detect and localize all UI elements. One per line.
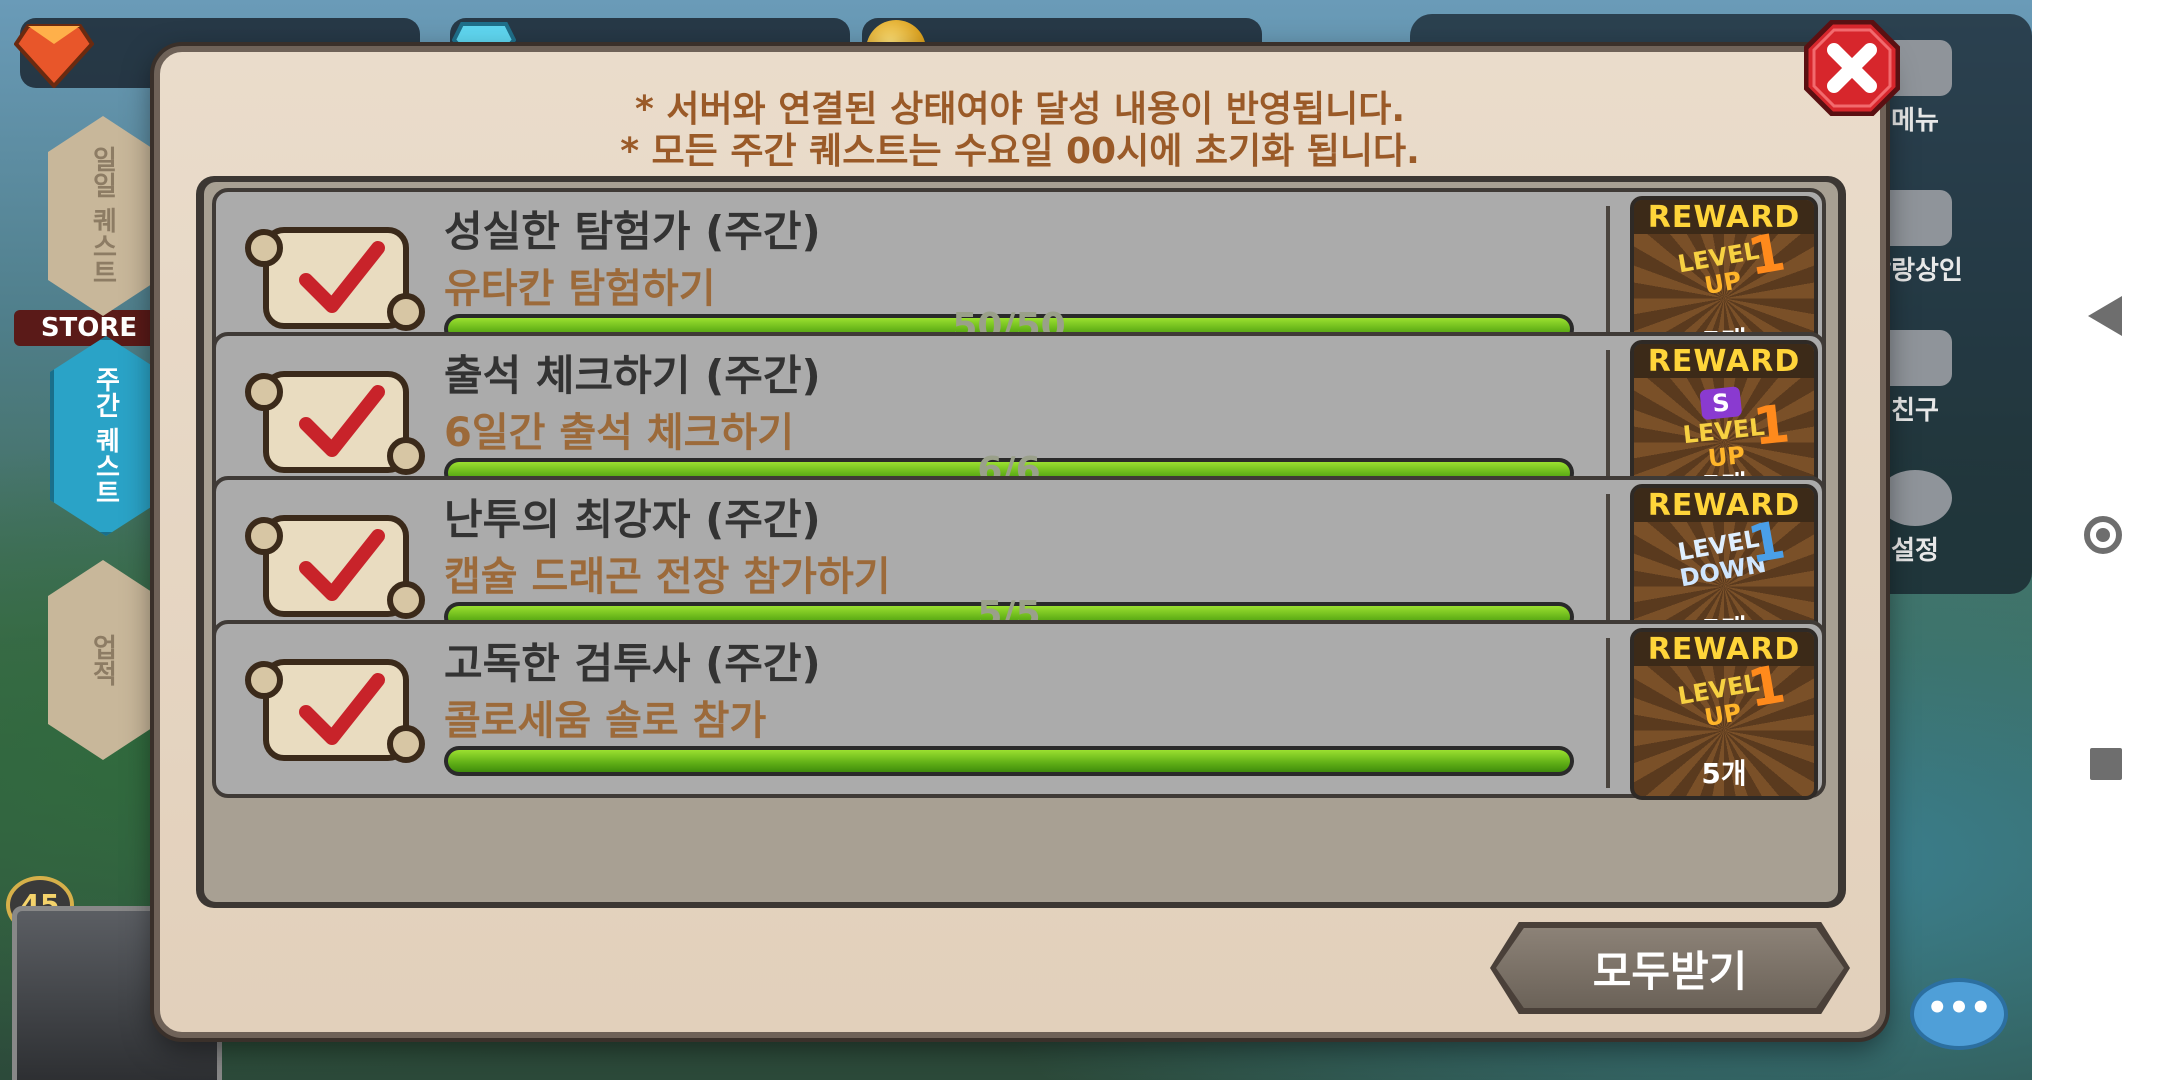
system-navigation-bar xyxy=(2032,0,2160,1080)
progress-fill xyxy=(448,750,1570,772)
chat-bubble-icon[interactable]: ••• xyxy=(1910,978,2008,1050)
quest-progress-bar xyxy=(444,746,1574,776)
reward-box[interactable]: REWARD LEVEL UP 1 5개 xyxy=(1630,628,1818,800)
home-icon[interactable] xyxy=(2084,516,2122,554)
completed-scroll-icon xyxy=(245,659,425,763)
claim-all-label: 모두받기 xyxy=(1592,946,1748,996)
reward-header: REWARD xyxy=(1634,200,1814,235)
notice-weekly-reset: * 모든 주간 퀘스트는 수요일 00시에 초기화 됩니다. xyxy=(620,131,1420,172)
gear-icon xyxy=(1878,470,1952,526)
completed-scroll-icon xyxy=(245,227,425,331)
store-badge[interactable]: STORE xyxy=(14,310,164,346)
quest-title: 난투의 최강자 (주간) xyxy=(444,495,821,544)
weekly-quest-dialog: * 서버와 연결된 상태여야 달성 내용이 반영됩니다. * 모든 주간 퀘스트… xyxy=(154,46,1886,1038)
tab-achievements[interactable]: 업적 xyxy=(48,560,158,760)
completed-scroll-icon xyxy=(245,371,425,475)
divider xyxy=(1606,638,1610,788)
merchant-basket-icon xyxy=(1878,190,1952,246)
quest-title: 성실한 탐험가 (주간) xyxy=(444,207,821,256)
quest-item[interactable]: 고독한 검투사 (주간) 콜로세움 솔로 참가 REWARD LEVEL UP … xyxy=(212,620,1826,800)
reward-header: REWARD xyxy=(1634,488,1814,523)
close-icon[interactable] xyxy=(1804,20,1900,116)
recent-apps-icon[interactable] xyxy=(2090,748,2122,780)
quest-title: 출석 체크하기 (주간) xyxy=(444,351,821,400)
quest-list-frame: 성실한 탐험가 (주간) 유타칸 탐험하기 50/50 REWARD LEVEL… xyxy=(196,176,1846,908)
quest-title: 고독한 검투사 (주간) xyxy=(444,639,821,688)
quest-description: 콜로세움 솔로 참가 xyxy=(444,698,767,744)
tab-daily-quest[interactable]: 일일 퀘스트 xyxy=(48,116,158,316)
reward-header: REWARD xyxy=(1634,344,1814,379)
reward-header: REWARD xyxy=(1634,632,1814,667)
back-icon[interactable] xyxy=(2088,296,2122,336)
claim-all-button[interactable]: 모두받기 xyxy=(1490,922,1850,1014)
friends-icon xyxy=(1878,330,1952,386)
tab-weekly-quest[interactable]: 주간 퀘스트 xyxy=(50,336,162,536)
quest-list[interactable]: 성실한 탐험가 (주간) 유타칸 탐험하기 50/50 REWARD LEVEL… xyxy=(204,182,1838,902)
completed-scroll-icon xyxy=(245,515,425,619)
ruby-gem-icon xyxy=(14,24,94,88)
reward-count: 5개 xyxy=(1701,757,1747,790)
